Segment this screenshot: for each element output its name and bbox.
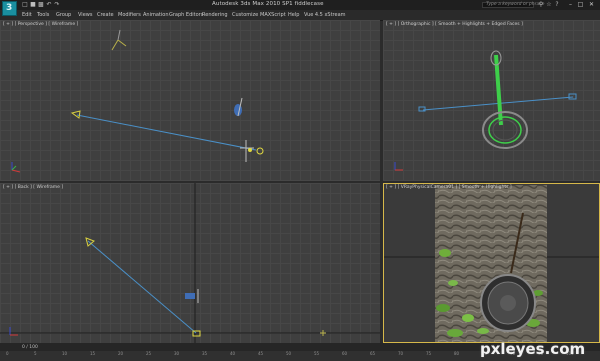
viewport-label[interactable]: [ + ] [ VRayPhysicalCamera01 ] [ Smooth …	[386, 185, 512, 190]
menu-vue-xstream[interactable]: Vue 4.5 xStream	[304, 12, 346, 18]
tick-label: 40	[230, 351, 236, 356]
tick-label: 80	[454, 351, 460, 356]
menu-maxscript[interactable]: MAXScript	[260, 12, 286, 18]
maximize-icon[interactable]: □	[576, 1, 585, 9]
tick-label: 65	[370, 351, 376, 356]
tick-label: 60	[342, 351, 348, 356]
tick-label: 10	[62, 351, 68, 356]
new-file-icon[interactable]: □	[22, 2, 28, 8]
save-icon[interactable]: ▩	[38, 2, 44, 8]
blue-object-icon	[234, 97, 243, 117]
star-icon[interactable]: ☆	[546, 2, 552, 8]
title-bar: 3 □ ■ ▩ ↶ ↷ Autodesk 3ds Max 2010 SP1 fi…	[0, 0, 600, 16]
frame-counter[interactable]: 0 / 100	[22, 345, 38, 350]
watermark: pxleyes.com	[480, 340, 586, 358]
camera-target-line	[76, 114, 257, 151]
menu-views[interactable]: Views	[78, 12, 92, 18]
axis-tripod-icon	[394, 162, 403, 171]
tick-label: 45	[258, 351, 264, 356]
light-gizmo-icon	[111, 29, 127, 51]
camera-icon	[568, 93, 577, 100]
menu-modifiers[interactable]: Modifiers	[118, 12, 141, 18]
tick-label: 50	[286, 351, 292, 356]
viewport-orthographic[interactable]: [ + ] [ Orthographic ] [ Smooth + Highli…	[383, 20, 600, 181]
open-file-icon[interactable]: ■	[30, 2, 36, 8]
menu-graph-editors[interactable]: Graph Editors	[169, 12, 203, 18]
help-icon[interactable]: ?	[554, 2, 560, 8]
perspective-scene	[11, 29, 264, 173]
tick-label: 35	[202, 351, 208, 356]
camera-render	[383, 185, 600, 343]
viewport-camera[interactable]: [ + ] [ VRayPhysicalCamera01 ] [ Smooth …	[383, 183, 600, 343]
menu-tools[interactable]: Tools	[37, 12, 49, 18]
menu-animation[interactable]: Animation	[143, 12, 169, 18]
undo-icon[interactable]: ↶	[46, 2, 52, 8]
minimize-icon[interactable]: –	[566, 1, 575, 9]
tick-label: 70	[398, 351, 404, 356]
viewport-label[interactable]: [ + ] [ Back ] [ Wireframe ]	[3, 185, 63, 190]
camera-icon	[70, 110, 81, 119]
menu-customize[interactable]: Customize	[232, 12, 258, 18]
viewport-perspective[interactable]: [ + ] [ Perspective ] [ Wireframe ]	[0, 20, 380, 181]
tick-label: 75	[426, 351, 432, 356]
viewport-label[interactable]: [ + ] [ Orthographic ] [ Smooth + Highli…	[386, 22, 523, 27]
light-gizmo-icon	[320, 330, 326, 336]
axis-tripod-icon	[11, 162, 21, 173]
menu-create[interactable]: Create	[97, 12, 114, 18]
back-scene	[0, 183, 380, 343]
search-input[interactable]: Type a keyword or phrase	[482, 2, 544, 8]
menu-group[interactable]: Group	[56, 12, 71, 18]
camera-target-line	[87, 240, 197, 334]
viewport-back[interactable]: [ + ] [ Back ] [ Wireframe ]	[0, 183, 380, 343]
tick-label: 30	[174, 351, 180, 356]
tick-label: 15	[90, 351, 96, 356]
menu-rendering[interactable]: Rendering	[202, 12, 228, 18]
search-placeholder: Type a keyword or phrase	[486, 2, 545, 7]
banjo-figure-icon	[240, 140, 264, 162]
tick-label: 25	[146, 351, 152, 356]
close-icon[interactable]: ✕	[587, 1, 596, 9]
search-icon[interactable]: ⚲	[538, 2, 544, 8]
tick-label: 0	[6, 351, 9, 356]
app-logo-button[interactable]: 3	[2, 1, 17, 16]
menu-edit[interactable]: Edit	[22, 12, 32, 18]
menu-help[interactable]: Help	[288, 12, 299, 18]
viewport-label[interactable]: [ + ] [ Perspective ] [ Wireframe ]	[3, 22, 78, 27]
orthographic-scene	[394, 50, 577, 171]
axis-tripod-icon	[9, 327, 18, 336]
blue-object-icon	[185, 289, 199, 303]
window-title: Autodesk 3ds Max 2010 SP1 fiddlecase	[212, 1, 324, 7]
banjo-model-icon	[482, 50, 528, 149]
tick-label: 55	[314, 351, 320, 356]
tick-label: 5	[34, 351, 37, 356]
tick-label: 20	[118, 351, 124, 356]
redo-icon[interactable]: ↷	[54, 2, 60, 8]
